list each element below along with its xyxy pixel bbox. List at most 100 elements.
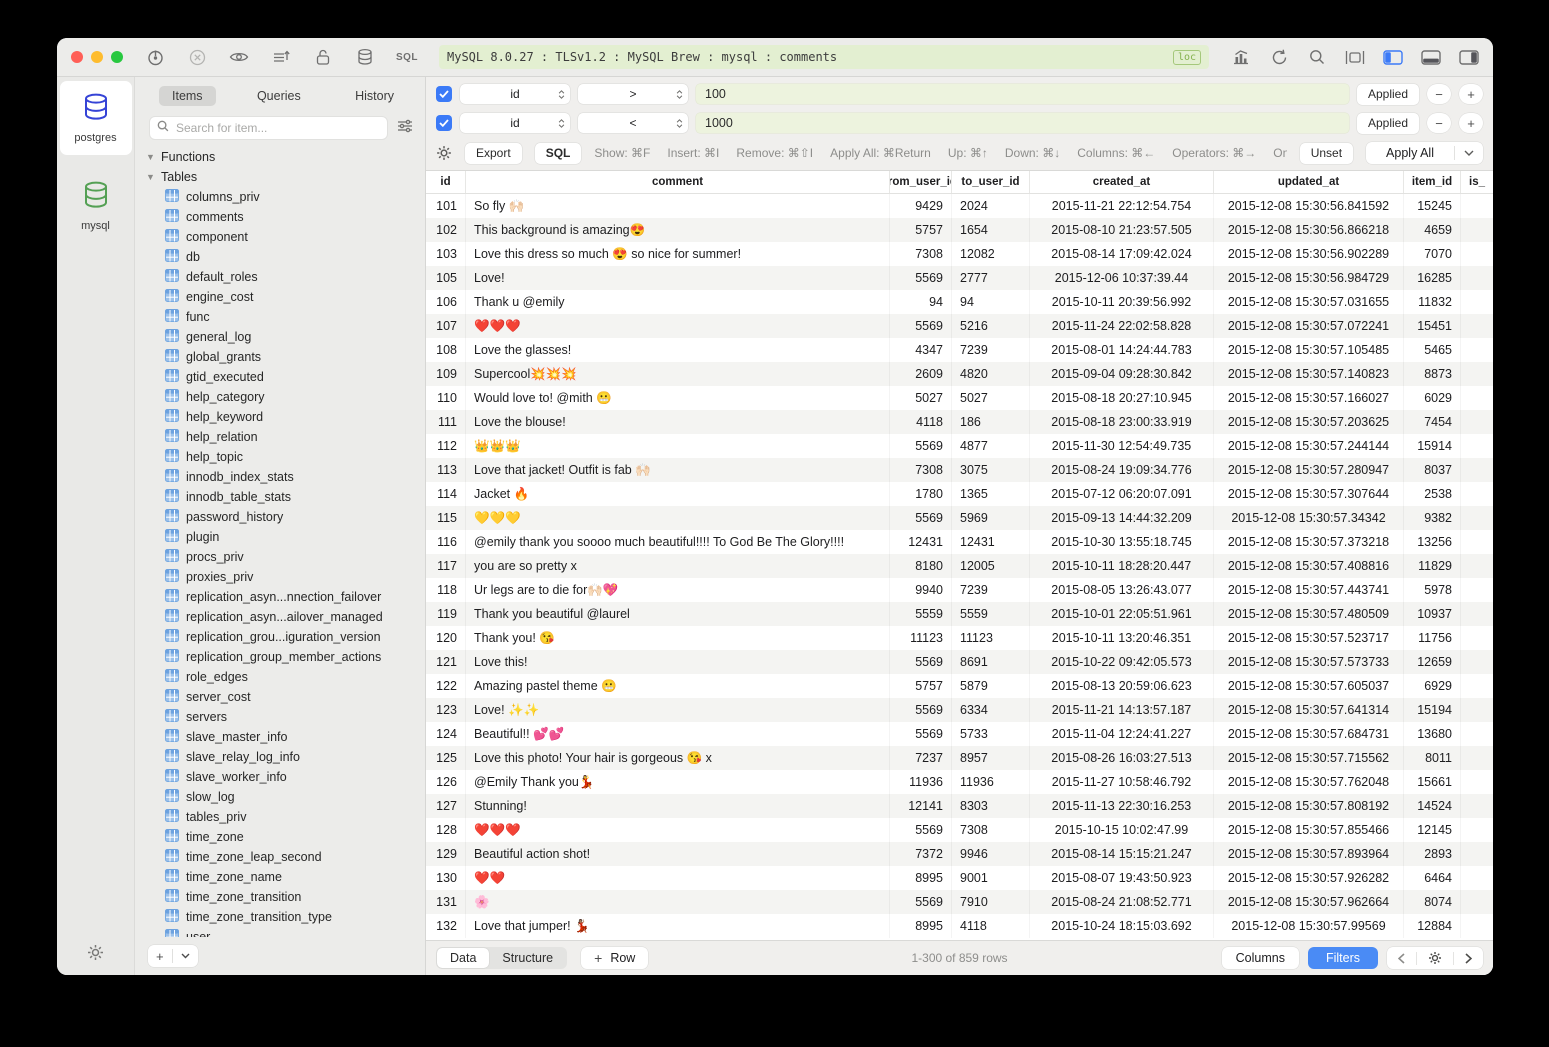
table-cell[interactable]: Love this photo! Your hair is gorgeous 😘… <box>466 746 890 770</box>
table-cell[interactable]: 5216 <box>952 314 1030 338</box>
table-cell[interactable]: @emily thank you soooo much beautiful!!!… <box>466 530 890 554</box>
table-cell[interactable] <box>1461 218 1493 242</box>
table-cell[interactable]: 15451 <box>1404 314 1461 338</box>
table-cell[interactable]: 8995 <box>890 914 952 938</box>
table-cell[interactable]: 7237 <box>890 746 952 770</box>
settings-gear-icon[interactable] <box>87 944 104 966</box>
table-cell[interactable]: 6029 <box>1404 386 1461 410</box>
table-cell[interactable]: 2015-12-08 15:30:57.34342 <box>1214 506 1404 530</box>
log-export-icon[interactable] <box>271 47 291 67</box>
table-cell[interactable]: 2015-12-08 15:30:56.841592 <box>1214 194 1404 218</box>
table-cell[interactable]: 5569 <box>890 698 952 722</box>
table-cell[interactable]: 2015-08-18 20:27:10.945 <box>1030 386 1214 410</box>
table-cell[interactable]: 2015-10-30 13:55:18.745 <box>1030 530 1214 554</box>
power-icon[interactable] <box>145 47 165 67</box>
table-cell[interactable]: 5569 <box>890 818 952 842</box>
table-cell[interactable]: 105 <box>426 266 466 290</box>
table-cell[interactable] <box>1461 866 1493 890</box>
table-cell[interactable]: This background is amazing😍 <box>466 218 890 242</box>
table-cell[interactable]: 121 <box>426 650 466 674</box>
table-cell[interactable]: Love! <box>466 266 890 290</box>
table-cell[interactable] <box>1461 914 1493 938</box>
table-row[interactable]: 118Ur legs are to die for🙌🏻💖994072392015… <box>426 578 1493 602</box>
table-cell[interactable]: 9940 <box>890 578 952 602</box>
table-row[interactable]: 126@Emily Thank you💃11936119362015-11-27… <box>426 770 1493 794</box>
sidebar-table-item[interactable]: slave_worker_info <box>135 767 425 787</box>
table-cell[interactable]: 2015-10-22 09:42:05.573 <box>1030 650 1214 674</box>
table-cell[interactable] <box>1461 794 1493 818</box>
table-cell[interactable]: 11832 <box>1404 290 1461 314</box>
chevron-down-icon[interactable]: ▼ <box>145 152 156 162</box>
table-cell[interactable]: 2015-10-15 10:02:47.99 <box>1030 818 1214 842</box>
table-cell[interactable]: 4659 <box>1404 218 1461 242</box>
table-cell[interactable]: 7308 <box>952 818 1030 842</box>
table-cell[interactable]: 5978 <box>1404 578 1461 602</box>
table-cell[interactable]: 2777 <box>952 266 1030 290</box>
table-cell[interactable] <box>1461 434 1493 458</box>
table-cell[interactable]: So fly 🙌🏻 <box>466 194 890 218</box>
sidebar-table-item[interactable]: engine_cost <box>135 287 425 307</box>
sidebar-table-item[interactable]: time_zone <box>135 827 425 847</box>
table-cell[interactable]: 5733 <box>952 722 1030 746</box>
table-cell[interactable]: 👑👑👑 <box>466 434 890 458</box>
table-cell[interactable]: 2015-08-01 14:24:44.783 <box>1030 338 1214 362</box>
filter-sliders-icon[interactable] <box>397 119 413 138</box>
table-cell[interactable]: 2015-08-14 17:09:42.024 <box>1030 242 1214 266</box>
chart-icon[interactable] <box>1231 47 1251 67</box>
sidebar-table-item[interactable]: plugin <box>135 527 425 547</box>
table-cell[interactable]: 2015-11-27 10:58:46.792 <box>1030 770 1214 794</box>
table-cell[interactable] <box>1461 266 1493 290</box>
panel-right-icon[interactable] <box>1459 47 1479 67</box>
table-cell[interactable] <box>1461 698 1493 722</box>
table-cell[interactable]: 2015-12-08 15:30:57.244144 <box>1214 434 1404 458</box>
sidebar-table-item[interactable]: time_zone_transition_type <box>135 907 425 927</box>
item-search-box[interactable] <box>149 116 388 140</box>
table-cell[interactable]: 2015-12-08 15:30:57.031655 <box>1214 290 1404 314</box>
table-cell[interactable]: 10937 <box>1404 602 1461 626</box>
table-settings-gear-icon[interactable] <box>1417 947 1453 969</box>
remove-filter-button[interactable]: − <box>1427 113 1451 133</box>
table-cell[interactable]: 126 <box>426 770 466 794</box>
tree-group-functions[interactable]: ▼ Functions <box>135 147 425 167</box>
sidebar-table-item[interactable]: time_zone_name <box>135 867 425 887</box>
column-header-from_user_id[interactable]: from_user_id <box>890 171 952 193</box>
table-row[interactable]: 113Love that jacket! Outfit is fab 🙌🏻730… <box>426 458 1493 482</box>
table-cell[interactable]: 130 <box>426 866 466 890</box>
table-cell[interactable]: 94 <box>952 290 1030 314</box>
table-cell[interactable]: 2015-12-08 15:30:57.684731 <box>1214 722 1404 746</box>
table-cell[interactable] <box>1461 458 1493 482</box>
sidebar-table-item[interactable]: user <box>135 927 425 937</box>
table-cell[interactable]: 12082 <box>952 242 1030 266</box>
table-cell[interactable]: 8957 <box>952 746 1030 770</box>
connection-postgres[interactable]: postgres <box>60 81 132 155</box>
filter-value-input[interactable]: 1000 <box>696 113 1349 133</box>
sidebar-table-item[interactable]: slow_log <box>135 787 425 807</box>
table-cell[interactable]: 112 <box>426 434 466 458</box>
add-item-menu-button[interactable] <box>173 945 198 967</box>
sidebar-table-item[interactable]: proxies_priv <box>135 567 425 587</box>
column-header-comment[interactable]: comment <box>466 171 890 193</box>
remove-filter-button[interactable]: − <box>1427 84 1451 104</box>
table-cell[interactable]: 2015-12-08 15:30:57.762048 <box>1214 770 1404 794</box>
table-row[interactable]: 106Thank u @emily94942015-10-11 20:39:56… <box>426 290 1493 314</box>
table-cell[interactable]: 12659 <box>1404 650 1461 674</box>
table-cell[interactable]: 108 <box>426 338 466 362</box>
columns-button[interactable]: Columns <box>1222 947 1299 969</box>
table-cell[interactable]: Thank you! 😘 <box>466 626 890 650</box>
sidebar-table-item[interactable]: func <box>135 307 425 327</box>
table-cell[interactable]: 2015-12-06 10:37:39.44 <box>1030 266 1214 290</box>
table-cell[interactable]: 5569 <box>890 506 952 530</box>
table-cell[interactable]: 5757 <box>890 218 952 242</box>
table-cell[interactable]: 101 <box>426 194 466 218</box>
table-row[interactable]: 105Love!556927772015-12-06 10:37:39.4420… <box>426 266 1493 290</box>
table-cell[interactable]: 15661 <box>1404 770 1461 794</box>
table-cell[interactable]: Beautiful action shot! <box>466 842 890 866</box>
table-cell[interactable] <box>1461 890 1493 914</box>
sidebar-table-item[interactable]: role_edges <box>135 667 425 687</box>
filter-operator-select[interactable]: < <box>578 113 688 133</box>
table-cell[interactable]: 120 <box>426 626 466 650</box>
table-cell[interactable] <box>1461 338 1493 362</box>
table-cell[interactable]: 8011 <box>1404 746 1461 770</box>
table-cell[interactable]: 2538 <box>1404 482 1461 506</box>
table-cell[interactable]: 14524 <box>1404 794 1461 818</box>
